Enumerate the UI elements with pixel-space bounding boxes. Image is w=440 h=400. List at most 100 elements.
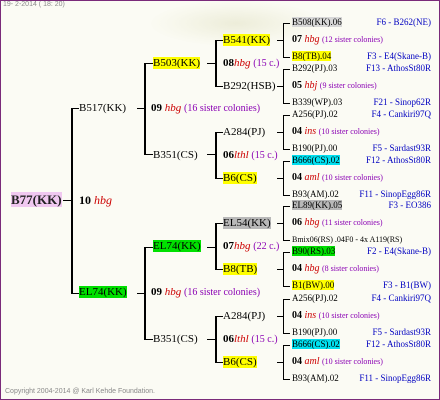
gen3-year: 07 <box>223 240 234 252</box>
gen5-code: F2 - E4(Skane-B) <box>367 246 431 256</box>
gen3-node-1[interactable]: B503(KK) <box>153 56 201 70</box>
connector-line <box>63 200 73 201</box>
gen5-sisters: (9 sister colonies) <box>319 81 377 90</box>
gen3-name: B503(KK) <box>153 57 201 69</box>
pedigree-page: { "header": { "date": "19- 2-2014 ( 18: … <box>0 0 440 400</box>
gen5-ancestor-row[interactable]: B93(AM).02 F11 - SinopEgg86R <box>292 189 431 200</box>
gen3-sisters: (15 c.) <box>253 58 280 69</box>
gen5-ancestor-row[interactable]: B90(RS).03 F2 - E4(Skane-B) <box>292 246 431 257</box>
connector-line <box>144 247 153 248</box>
connector-line <box>283 23 290 24</box>
gen5-year: 04 <box>292 310 302 321</box>
queen-node[interactable]: B77(KK) <box>11 192 62 208</box>
gen5-code: F12 - AthosSt80R <box>365 339 431 349</box>
gen4-node-3[interactable]: A284(PJ) <box>223 125 265 139</box>
gen5-year: .02 <box>327 373 339 383</box>
gen5-ancestor-row[interactable]: B666(CS).02 F12 - AthosSt80R <box>292 155 431 166</box>
gen5-name: B90(RS) <box>292 246 325 256</box>
gen5-ancestor-row[interactable]: A256(PJ).02 F4 - Cankiri97Q <box>292 109 431 120</box>
gen5-sister-row[interactable]: 05 hbj (9 sister colonies) <box>292 80 377 91</box>
gen5-year: .00 <box>326 143 338 153</box>
gen5-sister-row[interactable]: 04 aml (10 sister colonies) <box>292 172 383 183</box>
gen5-sister-row[interactable]: 04 hbg (8 sister colonies) <box>292 263 379 274</box>
gen5-code: F3 - EO386 <box>388 200 432 210</box>
gen5-name: B190(PJ) <box>292 327 327 337</box>
gen5-sister-row[interactable]: 04 aml (10 sister colonies) <box>292 356 383 367</box>
connector-line <box>283 161 290 162</box>
gen5-code: F6 - B262(NE) <box>376 17 432 27</box>
gen5-year: 06 <box>292 217 302 228</box>
connector-line <box>144 339 153 340</box>
gen5-ancestor-row[interactable]: B292(PJ).03 F13 - AthosSt80R <box>292 63 431 74</box>
gen5-code: F11 - SinopEgg86R <box>359 189 431 199</box>
gen5-mix-row[interactable]: Bmix06(RS) .04F0 - 4x A119(RS) <box>292 234 402 245</box>
gen4-node-6[interactable]: B8(TB) <box>223 262 258 276</box>
gen5-ancestor-row[interactable]: B666(CS).02 F12 - AthosSt80R <box>292 339 431 350</box>
gen5-ancestor-row[interactable]: EL89(KK).05 F3 - EO386 <box>292 200 431 211</box>
gen5-ancestor-row[interactable]: B190(PJ).00 F5 - Sardast93R <box>292 327 431 338</box>
connector-line <box>215 362 223 363</box>
gen2-node-1[interactable]: B517(KK) <box>79 101 126 115</box>
connector-line <box>144 63 146 155</box>
gen5-year: .04 <box>320 51 332 61</box>
connector-line <box>283 345 290 346</box>
gen2-node-2[interactable]: EL74(KK) <box>79 285 127 299</box>
connector-line <box>283 57 290 58</box>
connector-line <box>277 178 284 179</box>
gen4-node-7[interactable]: A284(PJ) <box>223 309 265 323</box>
gen5-sister-row[interactable]: 04 ins (10 sister colonies) <box>292 310 380 321</box>
connector-line <box>277 223 284 224</box>
connector-line <box>277 40 284 41</box>
gen4-name: B8(TB) <box>223 263 258 275</box>
gen2-name: B517(KK) <box>79 102 127 114</box>
gen5-ancestor-row[interactable]: B93(AM).02 F11 - SinopEgg86R <box>292 373 431 384</box>
gen3-node-4[interactable]: B351(CS) <box>153 332 198 346</box>
gen5-sister-row[interactable]: 04 ins (10 sister colonies) <box>292 126 380 137</box>
gen4-node-8[interactable]: B6(CS) <box>223 355 257 369</box>
gen5-code: F11 - SinopEgg86R <box>359 373 431 383</box>
connector-line <box>207 247 215 248</box>
gen4-node-5[interactable]: EL54(KK) <box>223 216 271 230</box>
gen5-code: F3 - B1(BW) <box>383 280 431 290</box>
connector-line <box>277 269 284 270</box>
gen4-node-1[interactable]: B541(KK) <box>223 33 271 47</box>
connector-line <box>207 339 215 340</box>
gen5-year: .02 <box>328 155 340 165</box>
gen5-sisters: (12 sister colonies) <box>322 35 383 44</box>
gen5-name: B93(AM) <box>292 189 328 199</box>
gen5-sister-row[interactable]: 06 hbg (11 sister colonies) <box>292 217 383 228</box>
gen5-ancestor-row[interactable]: A256(PJ).02 F4 - Cankiri97Q <box>292 293 431 304</box>
gen4-name: B292(HSB) <box>223 80 276 92</box>
connector-line <box>283 149 290 150</box>
gen5-ancestor-row[interactable]: B190(PJ).00 F5 - Sardast93R <box>292 143 431 154</box>
gen5-name: B190(PJ) <box>292 143 327 153</box>
connector-line <box>215 40 217 86</box>
gen5-year: .03 <box>326 63 338 73</box>
connector-line <box>137 293 145 294</box>
gen5-year: 04 <box>292 263 302 274</box>
gen5-ancestor-row[interactable]: B8(TB).04 F3 - E4(Skane-B) <box>292 51 431 62</box>
gen5-mark: aml <box>304 356 320 367</box>
gen3-year: 06 <box>223 149 234 161</box>
gen3-node-3[interactable]: EL74(KK) <box>153 239 201 253</box>
queen-info: 10 hbg <box>79 193 112 207</box>
connector-line <box>215 132 223 133</box>
gen2-year: 09 <box>151 286 162 298</box>
connector-line <box>215 316 217 362</box>
gen4-name: B6(CS) <box>223 172 257 184</box>
connector-line <box>71 108 79 109</box>
gen5-ancestor-row[interactable]: B339(WP).03 F21 - Sinop62R <box>292 97 431 108</box>
gen5-mark: ins <box>304 126 317 137</box>
gen4-node-2[interactable]: B292(HSB) <box>223 79 276 93</box>
connector-line <box>215 269 223 270</box>
connector-line <box>215 132 217 178</box>
gen5-sisters: (10 sister colonies) <box>322 357 383 366</box>
gen3-node-2[interactable]: B351(CS) <box>153 148 198 162</box>
gen4-node-4[interactable]: B6(CS) <box>223 171 257 185</box>
connector-line <box>215 178 223 179</box>
gen5-ancestor-row[interactable]: B508(KK).06 F6 - B262(NE) <box>292 17 431 28</box>
gen5-mark: aml <box>304 172 320 183</box>
gen5-ancestor-row[interactable]: B1(BW).00 F3 - B1(BW) <box>292 280 431 291</box>
gen5-sister-row[interactable]: 07 hbg (12 sister colonies) <box>292 34 383 45</box>
gen5-year: .05 <box>331 200 343 210</box>
